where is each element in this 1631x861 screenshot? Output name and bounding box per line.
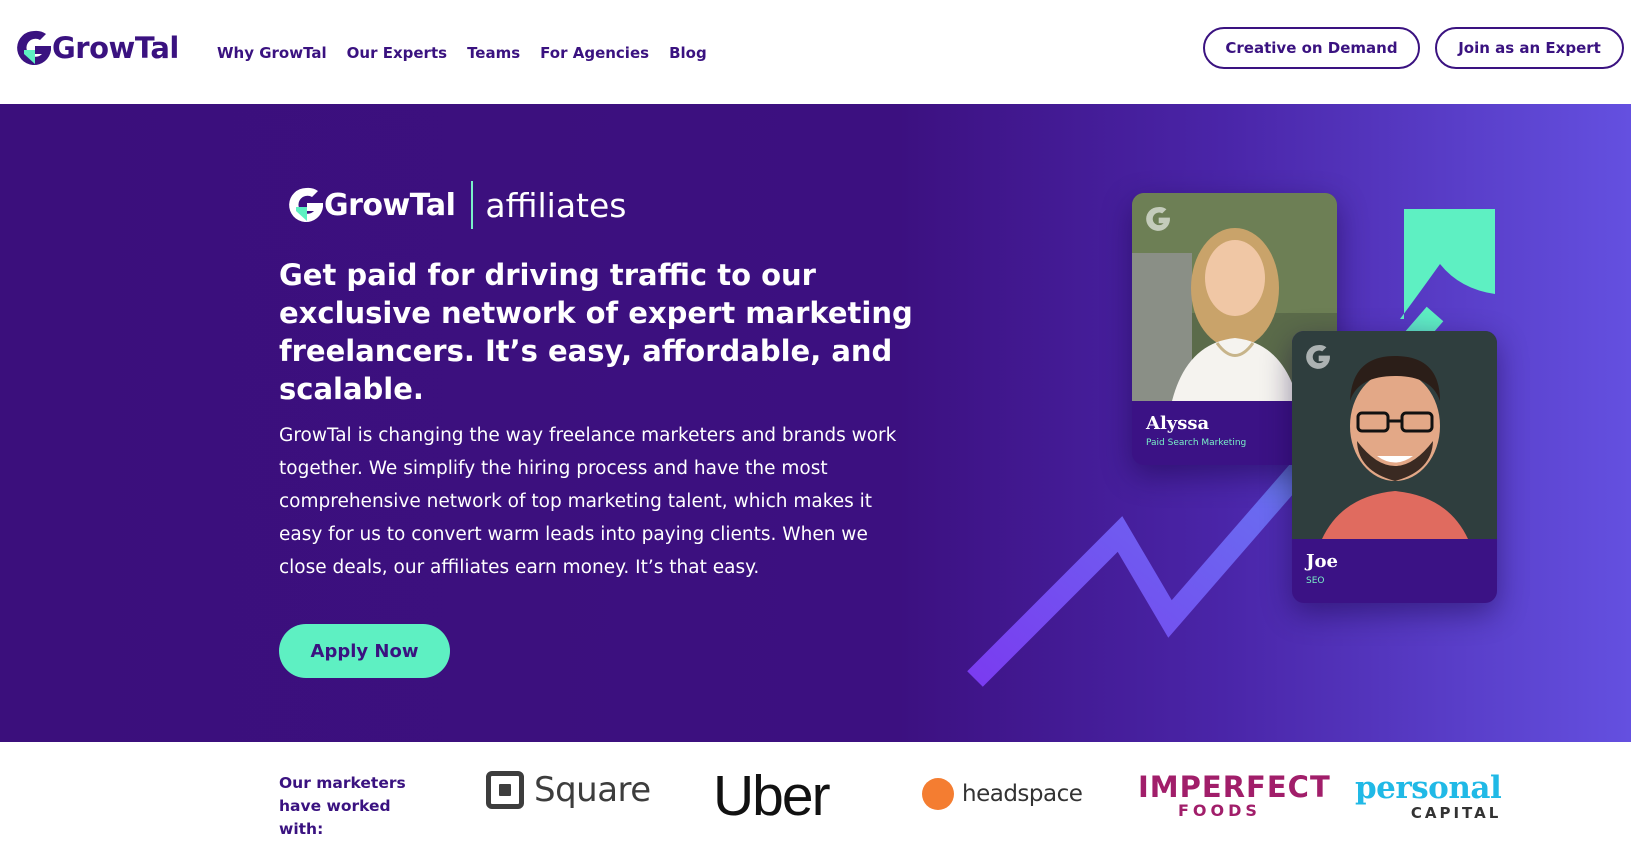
headspace-dot-icon <box>922 778 954 810</box>
affiliates-wordmark: GrowTal <box>324 187 456 223</box>
square-logo: Square <box>486 770 651 810</box>
clients-label: Our marketers have worked with: <box>279 774 406 838</box>
growtal-logo[interactable]: GrowTal <box>14 26 179 70</box>
personal-wordmark: personal <box>1355 770 1502 806</box>
hero-body: GrowTal is changing the way freelance ma… <box>279 425 897 578</box>
foods-wordmark: FOODS <box>1178 801 1261 820</box>
imperfect-wordmark: IMPERFECT <box>1138 770 1331 804</box>
square-wordmark: Square <box>534 770 651 810</box>
capital-wordmark: CAPITAL <box>1410 804 1502 822</box>
growtal-g-icon <box>289 187 323 222</box>
headspace-wordmark: headspace <box>962 781 1083 807</box>
headspace-logo: headspace <box>922 778 1083 810</box>
site-header: GrowTal Why GrowTal Our Experts Teams Fo… <box>0 0 1631 104</box>
growtal-watermark-icon <box>1146 207 1170 231</box>
nav-blog[interactable]: Blog <box>669 44 707 62</box>
nav-for-agencies[interactable]: For Agencies <box>540 44 649 62</box>
join-as-expert-button[interactable]: Join as an Expert <box>1435 27 1624 69</box>
uber-logo: Uber <box>713 764 831 828</box>
logo-wordmark: GrowTal <box>52 31 179 65</box>
square-icon <box>486 771 524 809</box>
main-nav: Why GrowTal Our Experts Teams For Agenci… <box>217 44 727 62</box>
apply-now-button[interactable]: Apply Now <box>279 624 450 678</box>
affiliates-logo: GrowTal affiliates <box>286 179 627 231</box>
personal-capital-logo: personal CAPITAL <box>1355 770 1502 822</box>
logo-divider <box>471 181 474 229</box>
imperfect-foods-logo: IMPERFECT FOODS <box>1138 772 1331 820</box>
nav-our-experts[interactable]: Our Experts <box>347 44 447 62</box>
hero-section: GrowTal affiliates Get paid for driving … <box>0 104 1631 742</box>
client-logos-strip: Our marketers have worked with: Square U… <box>0 742 1631 861</box>
expert-name: Joe <box>1306 551 1338 572</box>
expert-card-joe[interactable]: Joe SEO <box>1292 331 1497 603</box>
growtal-g-icon <box>17 30 51 65</box>
hero-title: Get paid for driving traffic to our excl… <box>279 258 913 406</box>
growtal-watermark-icon <box>1306 345 1330 369</box>
creative-on-demand-button[interactable]: Creative on Demand <box>1203 27 1420 69</box>
expert-name: Alyssa <box>1146 413 1210 434</box>
expert-role: SEO <box>1306 576 1325 586</box>
affiliates-word: affiliates <box>485 185 627 225</box>
nav-teams[interactable]: Teams <box>467 44 520 62</box>
nav-why-growtal[interactable]: Why GrowTal <box>217 44 327 62</box>
expert-role: Paid Search Marketing <box>1146 438 1247 448</box>
